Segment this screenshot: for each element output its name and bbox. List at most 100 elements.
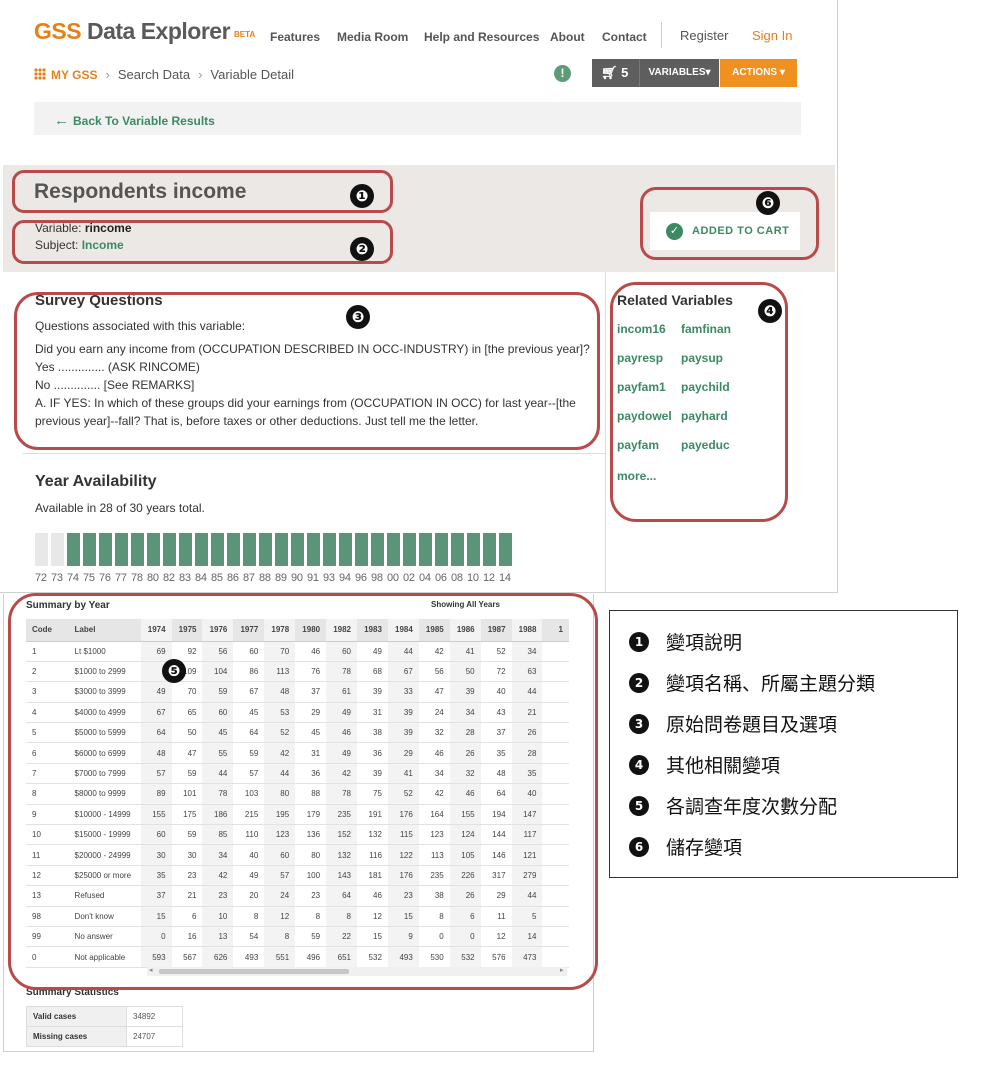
annotation-number-5: ❺	[162, 659, 186, 683]
year-bar	[163, 533, 176, 566]
year-label: 75	[83, 572, 95, 584]
annotation-number-3: ❸	[346, 305, 370, 329]
annotation-oval-5	[8, 593, 598, 990]
year-label: 06	[435, 572, 447, 584]
year-availability-subtitle: Available in 28 of 30 years total.	[35, 501, 205, 515]
year-label: 72	[35, 572, 47, 584]
year-bar	[499, 533, 512, 566]
year-label: 86	[227, 572, 239, 584]
year-bar	[51, 533, 64, 566]
year-bar	[419, 533, 432, 566]
chevron-right-icon: ›	[198, 67, 203, 82]
year-availability-bars	[35, 533, 512, 566]
year-label: 83	[179, 572, 191, 584]
breadcrumb: MY GSS › Search Data › Variable Detail	[34, 67, 294, 82]
annotation-oval-2	[12, 220, 393, 264]
year-bar	[211, 533, 224, 566]
legend-item: 6 儲存變項	[629, 833, 742, 860]
year-label: 80	[147, 572, 159, 584]
year-bar	[131, 533, 144, 566]
year-label: 98	[371, 572, 383, 584]
breadcrumb-search-data[interactable]: Search Data	[118, 67, 190, 82]
stat-label: Missing cases	[26, 1026, 127, 1047]
year-bar	[259, 533, 272, 566]
year-bar	[35, 533, 48, 566]
variables-dropdown[interactable]: VARIABLES▾	[639, 59, 719, 87]
year-label: 02	[403, 572, 415, 584]
year-label: 87	[243, 572, 255, 584]
year-bar	[243, 533, 256, 566]
year-bar	[323, 533, 336, 566]
year-label: 78	[131, 572, 143, 584]
table-row: Valid cases 34892	[26, 1006, 183, 1027]
grid-icon	[34, 68, 46, 80]
annotation-oval-3	[14, 292, 600, 450]
year-bar	[99, 533, 112, 566]
table-row: Missing cases 24707	[26, 1026, 183, 1047]
annotation-oval-6	[640, 187, 819, 260]
legend-item: 5 各調查年度次數分配	[629, 792, 837, 819]
caret-down-icon: ▾	[705, 67, 711, 78]
year-bar	[355, 533, 368, 566]
year-bar	[435, 533, 448, 566]
register-link[interactable]: Register	[680, 28, 728, 43]
year-bar	[371, 533, 384, 566]
year-bar	[387, 533, 400, 566]
year-label: 91	[307, 572, 319, 584]
annotation-number-2: ❷	[350, 237, 374, 261]
year-bar	[339, 533, 352, 566]
legend-item: 4 其他相關變項	[629, 751, 780, 778]
annotation-number-4: ❹	[758, 299, 782, 323]
year-label: 90	[291, 572, 303, 584]
year-bar	[483, 533, 496, 566]
nav-divider	[661, 22, 662, 48]
year-label: 94	[339, 572, 351, 584]
year-label: 96	[355, 572, 367, 584]
stat-value: 34892	[126, 1006, 183, 1027]
chevron-right-icon: ›	[105, 67, 110, 82]
stat-label: Valid cases	[26, 1006, 127, 1027]
divider	[23, 453, 606, 454]
sign-in-link[interactable]: Sign In	[752, 28, 792, 43]
annotation-number-1: ❶	[350, 184, 374, 208]
nav-features[interactable]: Features	[270, 30, 320, 44]
annotation-oval-1	[12, 170, 393, 213]
nav-about[interactable]: About	[550, 30, 585, 44]
breadcrumb-my-gss[interactable]: MY GSS	[51, 68, 97, 82]
year-label: 88	[259, 572, 271, 584]
year-label: 85	[211, 572, 223, 584]
caret-down-icon: ▾	[779, 67, 785, 78]
logo[interactable]: GSS Data Explorer BETA	[34, 18, 255, 45]
breadcrumb-variable-detail: Variable Detail	[210, 67, 295, 82]
year-bar	[227, 533, 240, 566]
year-label: 00	[387, 572, 399, 584]
summary-statistics-table: Valid cases 34892 Missing cases 24707	[26, 1006, 183, 1047]
back-to-results-link[interactable]: ← Back To Variable Results	[54, 112, 215, 129]
cart-icon: 🛒︎	[601, 65, 618, 80]
legend-item: 3 原始問卷題目及選項	[629, 710, 837, 737]
annotation-number-6: ❻	[756, 191, 780, 215]
year-label: 74	[67, 572, 79, 584]
legend-item: 1 變項說明	[629, 628, 742, 655]
actions-dropdown[interactable]: ACTIONS ▾	[720, 59, 797, 87]
stat-value: 24707	[126, 1026, 183, 1047]
year-bar	[179, 533, 192, 566]
legend-item: 2 變項名稱、所屬主題分類	[629, 669, 875, 696]
year-bar	[67, 533, 80, 566]
year-bar	[403, 533, 416, 566]
year-label: 10	[467, 572, 479, 584]
nav-media-room[interactable]: Media Room	[337, 30, 408, 44]
year-availability-title: Year Availability	[35, 473, 157, 490]
year-label: 82	[163, 572, 175, 584]
year-bar	[307, 533, 320, 566]
nav-contact[interactable]: Contact	[602, 30, 647, 44]
year-bar	[147, 533, 160, 566]
divider	[605, 272, 606, 592]
alert-icon[interactable]: !	[554, 65, 571, 82]
year-label: 93	[323, 572, 335, 584]
year-label: 73	[51, 572, 63, 584]
year-label: 14	[499, 572, 511, 584]
nav-help-resources[interactable]: Help and Resources	[424, 30, 539, 44]
arrow-left-icon: ←	[54, 112, 69, 129]
cart-button[interactable]: 🛒︎ 5	[592, 59, 639, 87]
